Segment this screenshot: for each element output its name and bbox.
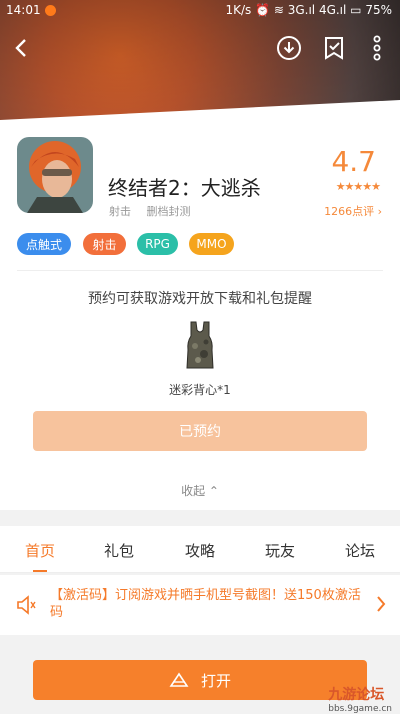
triangle-open-icon (169, 672, 189, 688)
game-info-card: 终结者2：大逃杀 射击 删档封测 4.7 ★★★★★ 1266点评 › 点触式 … (0, 120, 400, 510)
game-title: 终结者2：大逃杀 (108, 176, 261, 200)
forum-watermark: 九游论坛 bbs.9game.cn (328, 684, 392, 714)
status-indicators: 1K/s ⏰ ≋ 3G.ıl 4G.ıl ▭ 75% (225, 3, 392, 17)
reserve-prompt: 预约可获取游戏开放下载和礼包提醒 (88, 291, 312, 307)
more-vertical-icon[interactable] (361, 32, 393, 64)
game-icon[interactable] (17, 137, 93, 213)
collapse-toggle[interactable]: 收起 ⌃ (0, 482, 400, 499)
tag-chip-shooter[interactable]: 射击 (83, 233, 126, 255)
tab-forum[interactable]: 论坛 (330, 540, 390, 561)
status-bar: 14:01 1K/s ⏰ ≋ 3G.ıl 4G.ıl ▭ 75% (0, 0, 400, 22)
tab-bar: 首页 礼包 攻略 玩友 论坛 (0, 526, 400, 573)
tag-chip-mmo[interactable]: MMO (189, 233, 234, 255)
watermark-site: bbs.9game.cn (328, 704, 392, 714)
tab-home[interactable]: 首页 (10, 540, 70, 561)
camo-vest-icon (185, 320, 215, 370)
announcement-banner[interactable]: 【激活码】订阅游戏并晒手机型号截图！送150枚激活码 (0, 575, 400, 635)
active-tab-indicator (33, 570, 47, 572)
notification-dot-icon (45, 5, 56, 16)
open-button-label: 打开 (200, 671, 231, 690)
reserved-button[interactable]: 已预约 (33, 411, 367, 451)
top-navigation (0, 26, 400, 70)
gift-name: 迷彩背心*1 (169, 383, 231, 397)
divider (17, 270, 383, 271)
tab-gifts[interactable]: 礼包 (89, 540, 149, 561)
tag-chip-rpg[interactable]: RPG (137, 233, 178, 255)
download-icon[interactable] (273, 32, 305, 64)
rating-stars: ★★★★★ (335, 180, 381, 193)
chevron-right-icon (376, 595, 386, 617)
tab-players[interactable]: 玩友 (250, 540, 310, 561)
reviews-link[interactable]: 1266点评 › (324, 203, 382, 219)
back-arrow-icon[interactable] (6, 32, 38, 64)
rating-score: 4.7 (331, 145, 376, 178)
tab-guides[interactable]: 攻略 (170, 540, 230, 561)
subtag-status: 删档封测 (146, 205, 191, 218)
open-button[interactable]: 打开 (33, 660, 367, 700)
game-subtags: 射击 删档封测 (109, 203, 203, 219)
watermark-name: 九游论坛 (328, 687, 385, 703)
status-time: 14:01 (6, 3, 41, 17)
speaker-icon (16, 595, 38, 619)
tag-chip-touch[interactable]: 点触式 (17, 233, 71, 255)
bookmark-check-icon[interactable] (318, 32, 350, 64)
subtag-genre: 射击 (109, 205, 131, 218)
announcement-text: 【激活码】订阅游戏并晒手机型号截图！送150枚激活码 (50, 588, 361, 620)
